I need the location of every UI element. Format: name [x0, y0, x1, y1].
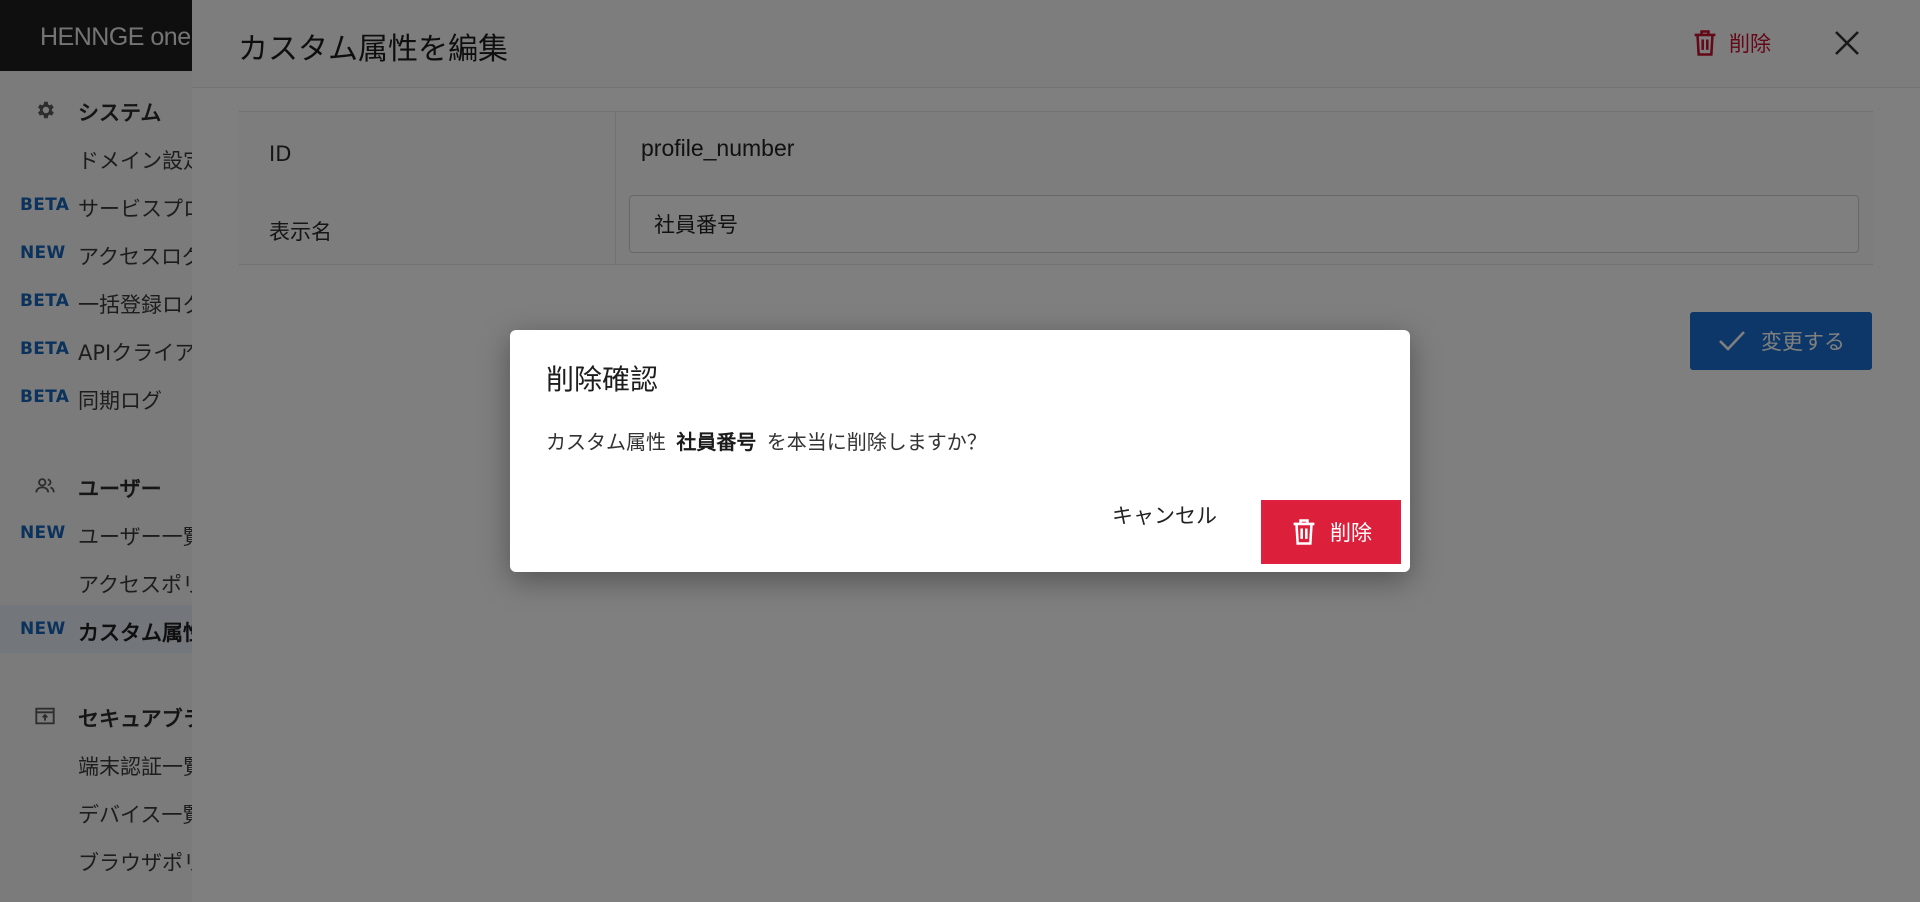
confirm-delete-label: 削除 — [1330, 521, 1372, 545]
dialog-message-prefix: カスタム属性 — [546, 430, 666, 454]
dialog-message: カスタム属性 社員番号 を本当に削除しますか？ — [546, 426, 987, 455]
dialog-message-suffix: を本当に削除しますか？ — [766, 430, 987, 454]
dialog-title: 削除確認 — [546, 363, 659, 396]
confirm-delete-button[interactable]: 削除 — [1261, 500, 1401, 564]
cancel-button[interactable]: キャンセル — [1112, 500, 1217, 536]
trash-icon — [1293, 519, 1315, 545]
dialog-message-target: 社員番号 — [676, 430, 757, 454]
delete-confirm-dialog: 削除確認 カスタム属性 社員番号 を本当に削除しますか？ キャンセル 削除 — [510, 330, 1410, 572]
